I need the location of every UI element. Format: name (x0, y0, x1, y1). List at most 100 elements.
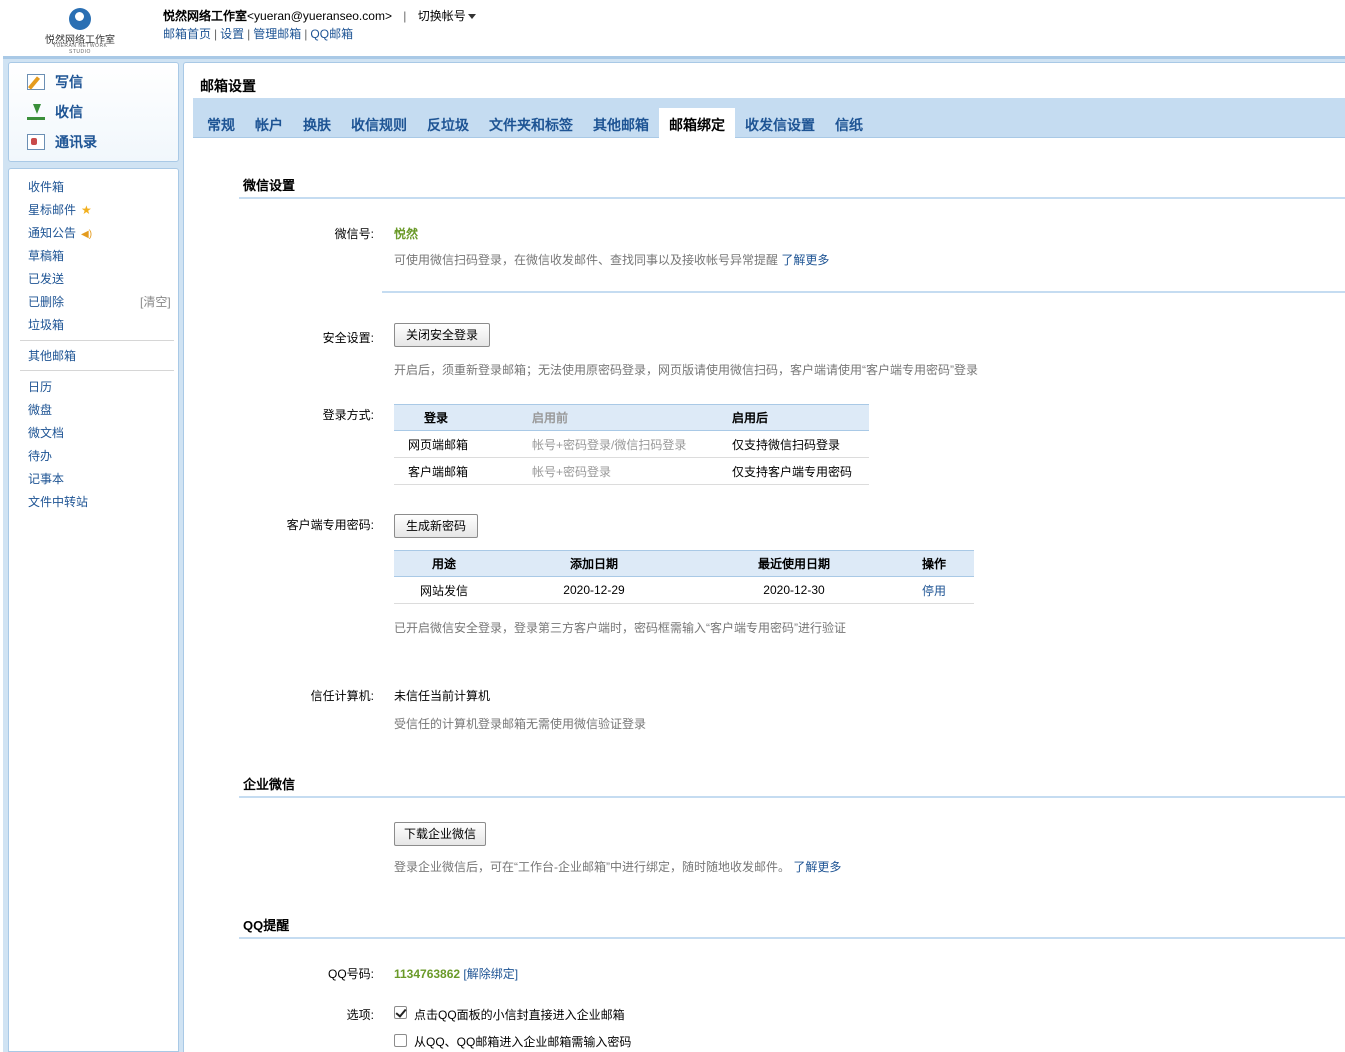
mailbox-home-link[interactable]: 邮箱首页 (163, 27, 211, 41)
clear-deleted-link[interactable]: [清空] (140, 293, 171, 310)
folder-other-mailbox[interactable]: 其他邮箱 (28, 347, 76, 364)
section-divider (239, 796, 1345, 798)
qq-number-row: 1134763862 [解除绑定] (394, 965, 518, 982)
client-password-label: 客户端专用密码: (286, 518, 374, 532)
tab-folders-labels[interactable]: 文件夹和标签 (479, 108, 583, 138)
option-direct-enter-checkbox[interactable] (394, 1006, 407, 1019)
folder-spam[interactable]: 垃圾箱 (28, 316, 64, 333)
settings-link[interactable]: 设置 (220, 27, 244, 41)
work-wechat-hint: 登录企业微信后，可在“工作台-企业邮箱”中进行绑定，随时随地收发邮件。 了解更多 (394, 858, 841, 875)
caret-down-icon (467, 14, 476, 20)
app-todo[interactable]: 待办 (28, 447, 52, 464)
speaker-icon: ◀) (81, 229, 93, 240)
contacts-button[interactable]: 通讯录 (27, 131, 97, 153)
folder-starred[interactable]: 星标邮件 ★ (28, 201, 92, 218)
trust-computer-hint: 受信任的计算机登录邮箱无需使用微信验证登录 (394, 717, 647, 731)
qq-number-label: QQ号码: (327, 967, 374, 981)
manage-mailbox-link[interactable]: 管理邮箱 (253, 27, 301, 41)
tab-general[interactable]: 常规 (197, 108, 245, 138)
options-label: 选项: (346, 1008, 374, 1022)
folder-inbox[interactable]: 收件箱 (28, 178, 64, 195)
settings-tabs: 常规 帐户 换肤 收信规则 反垃圾 文件夹和标签 其他邮箱 邮箱绑定 收发信设置… (193, 98, 1345, 139)
trust-computer-label: 信任计算机: (310, 689, 374, 703)
generate-password-button[interactable]: 生成新密码 (394, 514, 479, 538)
section-divider (239, 197, 1345, 199)
account-name: 悦然网络工作室 (163, 9, 248, 23)
sub-divider (382, 291, 1345, 293)
star-icon: ★ (81, 203, 92, 217)
inbox-icon (27, 104, 45, 120)
inbox-button[interactable]: 收信 (27, 101, 83, 123)
tab-other-mailbox[interactable]: 其他邮箱 (583, 108, 659, 138)
option-require-password-checkbox[interactable] (394, 1034, 407, 1047)
tab-anti-spam[interactable]: 反垃圾 (417, 108, 479, 138)
work-wechat-learn-more-link[interactable]: 了解更多 (793, 860, 841, 874)
before-cell: 帐号+密码登录 (518, 457, 718, 485)
table-row: 客户端邮箱 帐号+密码登录 仅支持客户端专用密码 (394, 457, 869, 485)
logo[interactable]: 悦然网络工作室 YUERAN NETWORK STUDIO (42, 6, 118, 55)
tab-send-receive[interactable]: 收发信设置 (735, 108, 825, 138)
contacts-label: 通讯录 (55, 134, 97, 150)
download-work-wechat-button[interactable]: 下载企业微信 (394, 822, 487, 846)
logo-subtext: YUERAN NETWORK STUDIO (52, 43, 108, 55)
top-links: 邮箱首页 | 设置 | 管理邮箱 | QQ邮箱 (163, 27, 354, 41)
switch-account-link[interactable]: 切换帐号 (418, 9, 476, 23)
purpose-col-header: 用途 (394, 550, 494, 577)
account-line: 悦然网络工作室<yueran@yueranseo.com> | 切换帐号 (163, 7, 476, 24)
disable-password-link[interactable]: 停用 (922, 584, 946, 598)
security-label: 安全设置: (322, 331, 374, 345)
wechat-learn-more-link[interactable]: 了解更多 (781, 253, 829, 267)
qq-number-value: 1134763862 (394, 967, 461, 981)
unbind-link[interactable]: [解除绑定] (463, 967, 518, 981)
contacts-icon (27, 134, 45, 150)
logo-mark-icon (69, 8, 91, 30)
wechat-hint-text: 可使用微信扫码登录，在微信收发邮件、查找同事以及接收帐号异常提醒 (394, 253, 779, 267)
inbox-label: 收信 (55, 104, 83, 120)
app-drive[interactable]: 微盘 (28, 401, 52, 418)
app-file-transfer[interactable]: 文件中转站 (28, 493, 88, 510)
write-button[interactable]: 写信 (27, 71, 83, 93)
tab-account[interactable]: 帐户 (245, 108, 293, 138)
table-row: 网站发信 2020-12-29 2020-12-30 停用 (394, 576, 974, 604)
app-notes[interactable]: 记事本 (28, 470, 64, 487)
login-type-cell: 网页端邮箱 (394, 430, 518, 458)
separator: | (403, 9, 407, 23)
trust-computer-value: 未信任当前计算机 (394, 689, 491, 703)
qq-mail-link[interactable]: QQ邮箱 (310, 27, 353, 41)
top-header: 悦然网络工作室 YUERAN NETWORK STUDIO 悦然网络工作室<yu… (0, 0, 1345, 56)
folder-deleted[interactable]: 已删除 (28, 293, 64, 310)
folder-starred-label: 星标邮件 (28, 203, 77, 217)
qq-section-title: QQ提醒 (243, 918, 290, 933)
disable-secure-login-button[interactable]: 关闭安全登录 (394, 323, 491, 347)
purpose-cell: 网站发信 (394, 576, 494, 604)
divider (20, 370, 174, 371)
section-divider (239, 937, 1345, 939)
wechat-id-value: 悦然 (394, 227, 419, 241)
app-calendar[interactable]: 日历 (28, 378, 52, 395)
quick-actions: 写信 收信 通讯录 (8, 62, 179, 162)
added-date-col-header: 添加日期 (494, 550, 694, 577)
settings-panel: 邮箱设置 常规 帐户 换肤 收信规则 反垃圾 文件夹和标签 其他邮箱 邮箱绑定 … (183, 62, 1345, 1052)
write-label: 写信 (55, 74, 83, 90)
added-date-cell: 2020-12-29 (494, 576, 694, 604)
last-used-col-header: 最近使用日期 (694, 550, 894, 577)
folder-notices[interactable]: 通知公告 ◀) (28, 224, 92, 241)
before-cell: 帐号+密码登录/微信扫码登录 (518, 430, 718, 458)
folder-list: 收件箱 星标邮件 ★ 通知公告 ◀) 草稿箱 已发送 已删除 [清空] 垃圾箱 其他… (8, 168, 179, 1052)
login-method-table: 登录 启用前 启用后 网页端邮箱 帐号+密码登录/微信扫码登录 仅支持微信扫码登… (394, 404, 869, 485)
option-require-password-label: 从QQ、QQ邮箱进入企业邮箱需输入密码 (414, 1035, 632, 1049)
tab-mail-rules[interactable]: 收信规则 (341, 108, 417, 138)
option-direct-enter-label: 点击QQ面板的小信封直接进入企业邮箱 (414, 1008, 625, 1022)
last-used-cell: 2020-12-30 (694, 576, 894, 604)
after-cell: 仅支持微信扫码登录 (718, 430, 869, 458)
app-docs[interactable]: 微文档 (28, 424, 64, 441)
tab-skin[interactable]: 换肤 (293, 108, 341, 138)
divider (20, 340, 174, 341)
tab-mailbox-binding[interactable]: 邮箱绑定 (659, 108, 735, 139)
tab-stationery[interactable]: 信纸 (825, 108, 873, 138)
login-method-label: 登录方式: (322, 408, 374, 422)
folder-sent[interactable]: 已发送 (28, 270, 64, 287)
folder-drafts[interactable]: 草稿箱 (28, 247, 64, 264)
work-wechat-hint-text: 登录企业微信后，可在“工作台-企业邮箱”中进行绑定，随时随地收发邮件。 (394, 860, 790, 874)
login-type-cell: 客户端邮箱 (394, 457, 518, 485)
